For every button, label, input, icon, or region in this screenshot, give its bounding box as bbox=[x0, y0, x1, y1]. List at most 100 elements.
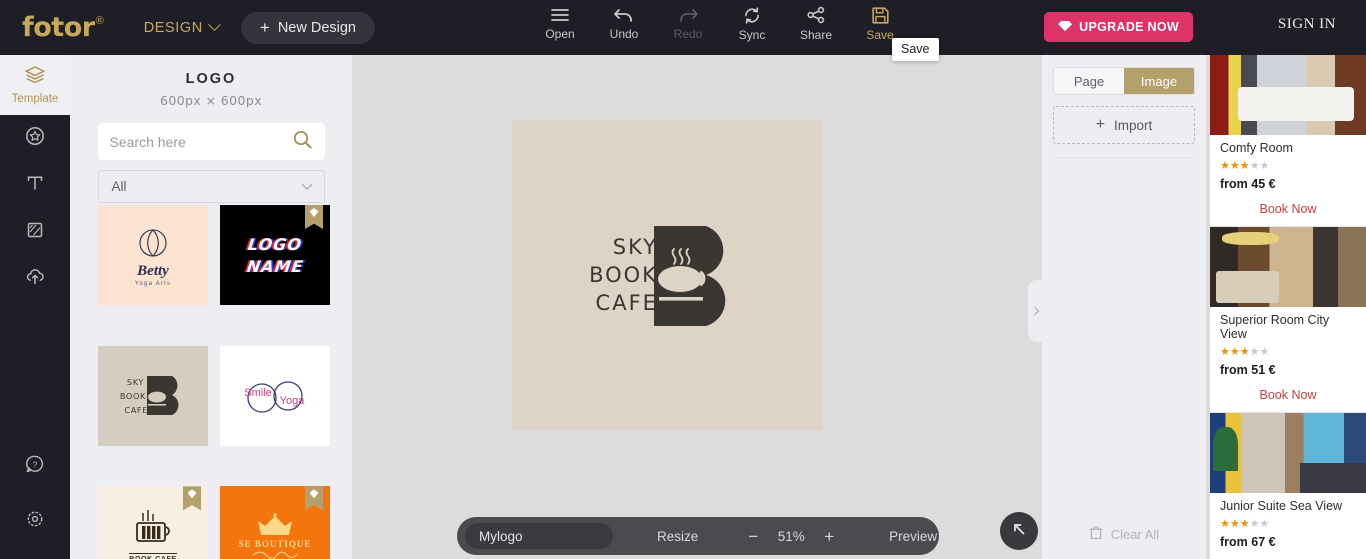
premium-badge bbox=[183, 486, 201, 511]
open-button[interactable]: Open bbox=[528, 0, 592, 41]
settings-gear-icon bbox=[24, 508, 46, 535]
room-price: from 45 € bbox=[1220, 177, 1276, 191]
template-thumb[interactable]: SE BOUTIQUE bbox=[220, 486, 330, 559]
right-panel: Page Image + Import Clear All bbox=[1042, 55, 1206, 559]
design-name-field[interactable] bbox=[465, 523, 613, 549]
sidebar-item-text[interactable] bbox=[0, 162, 70, 209]
share-icon bbox=[806, 6, 826, 25]
diamond-icon bbox=[187, 489, 197, 499]
room-title: Comfy Room bbox=[1220, 141, 1293, 155]
plus-icon: + bbox=[259, 18, 270, 37]
text-icon bbox=[24, 172, 46, 199]
hotel-card-body: Superior Room City View ★★★★★ from 51 € … bbox=[1210, 307, 1366, 412]
artboard[interactable]: SKY BOOK CAFE bbox=[512, 120, 822, 430]
logo-artwork[interactable]: SKY BOOK CAFE bbox=[589, 223, 745, 328]
hotel-card[interactable]: Junior Suite Sea View ★★★★★ from 67 € Bo… bbox=[1210, 413, 1366, 559]
collapse-canvas-button[interactable] bbox=[1000, 512, 1038, 550]
import-label: Import bbox=[1114, 117, 1153, 133]
rating-stars: ★★★★★ bbox=[1220, 160, 1270, 172]
sidebar-item-elements[interactable] bbox=[0, 115, 70, 162]
left-rail-bottom: ? bbox=[0, 439, 70, 549]
hotel-card[interactable]: Superior Room City View ★★★★★ from 51 € … bbox=[1210, 227, 1366, 413]
canvas-area[interactable]: SKY BOOK CAFE bbox=[352, 55, 1042, 559]
sync-button[interactable]: Sync bbox=[720, 0, 784, 42]
layers-icon bbox=[24, 65, 46, 90]
hotel-card-body: Junior Suite Sea View ★★★★★ from 67 € Bo… bbox=[1210, 493, 1366, 559]
hotel-booking-widget: Comfy Room ★★★★★ from 45 € Book Now Supe… bbox=[1210, 55, 1366, 559]
template-thumb-sub: NAME bbox=[245, 256, 305, 276]
save-tooltip: Save bbox=[892, 38, 939, 61]
zoom-control: − 51% + bbox=[748, 528, 834, 545]
collapse-arrow-icon bbox=[1010, 520, 1028, 543]
room-photo bbox=[1210, 413, 1366, 493]
hotel-card-body: Comfy Room ★★★★★ from 45 € Book Now bbox=[1210, 135, 1366, 226]
sky-book-cafe-mark-icon: SKY BOOK CAFE bbox=[120, 375, 179, 415]
template-thumb[interactable]: Smile Yoga bbox=[220, 345, 330, 446]
save-button[interactable]: Save bbox=[848, 0, 912, 42]
template-thumb[interactable]: Betty Yoga Arts bbox=[98, 205, 208, 305]
template-thumb-title: SE BOUTIQUE bbox=[238, 539, 312, 550]
letter-b-coffee-mark bbox=[650, 223, 745, 328]
hamburger-icon bbox=[549, 6, 571, 24]
elements-star-icon bbox=[24, 125, 46, 152]
room-title: Superior Room City View bbox=[1220, 313, 1330, 341]
room-price: from 67 € bbox=[1220, 535, 1276, 549]
upload-cloud-icon bbox=[24, 266, 46, 291]
share-button[interactable]: Share bbox=[784, 0, 848, 42]
resize-button[interactable]: Resize bbox=[657, 529, 698, 544]
redo-label: Redo bbox=[673, 27, 703, 41]
template-thumb-sub: Yoga Arts bbox=[134, 280, 172, 287]
room-title: Junior Suite Sea View bbox=[1220, 499, 1343, 513]
template-thumb[interactable]: LOGO NAME bbox=[220, 205, 330, 305]
tab-image[interactable]: Image bbox=[1124, 68, 1194, 94]
zoom-out-button[interactable]: − bbox=[748, 528, 758, 545]
template-thumb[interactable]: SKY BOOK CAFE bbox=[98, 345, 208, 446]
svg-text:SKY: SKY bbox=[127, 377, 144, 387]
design-name-input[interactable] bbox=[479, 528, 599, 544]
trash-icon bbox=[1089, 525, 1103, 543]
upgrade-now-button[interactable]: UPGRADE NOW bbox=[1044, 12, 1193, 42]
brand-name: fotor bbox=[22, 12, 95, 43]
svg-text:?: ? bbox=[33, 459, 38, 469]
design-menu[interactable]: DESIGN bbox=[144, 18, 221, 36]
premium-badge bbox=[305, 205, 323, 229]
svg-text:CAFE: CAFE bbox=[124, 405, 148, 415]
flourish-icon bbox=[252, 552, 298, 559]
save-disk-icon bbox=[871, 6, 890, 25]
import-button[interactable]: + Import bbox=[1053, 106, 1195, 144]
smile-yoga-mark-icon: Smile Yoga bbox=[244, 381, 305, 413]
rating-stars: ★★★★★ bbox=[1220, 518, 1270, 530]
clear-all-button[interactable]: Clear All bbox=[1053, 523, 1195, 545]
zoom-in-button[interactable]: + bbox=[824, 528, 834, 545]
help-button[interactable]: ? bbox=[0, 439, 70, 494]
preview-button[interactable]: Preview bbox=[889, 529, 937, 544]
new-design-button[interactable]: + New Design bbox=[240, 11, 375, 44]
sync-label: Sync bbox=[738, 28, 766, 42]
book-cafe-mark-icon bbox=[136, 510, 170, 543]
help-icon: ? bbox=[24, 453, 46, 480]
room-photo bbox=[1210, 55, 1366, 135]
undo-label: Undo bbox=[609, 27, 639, 41]
hotel-card[interactable]: Comfy Room ★★★★★ from 45 € Book Now bbox=[1210, 55, 1366, 227]
page-image-tabs: Page Image bbox=[1053, 67, 1195, 95]
chevron-down-icon bbox=[208, 18, 221, 32]
sidebar-item-background[interactable] bbox=[0, 209, 70, 256]
book-now-button[interactable]: Book Now bbox=[1220, 388, 1356, 402]
bottom-toolbar: Resize − 51% + Preview bbox=[457, 517, 939, 555]
settings-button[interactable] bbox=[0, 494, 70, 549]
template-thumb-title: BOOK CAFE bbox=[129, 553, 177, 559]
sign-in-button[interactable]: SIGN IN bbox=[1278, 16, 1336, 33]
undo-button[interactable]: Undo bbox=[592, 0, 656, 41]
sidebar-item-upload[interactable] bbox=[0, 256, 70, 301]
undo-icon bbox=[612, 6, 636, 24]
book-now-button[interactable]: Book Now bbox=[1220, 202, 1356, 216]
top-toolbar: fotor ® DESIGN + New Design Open Undo Re… bbox=[0, 0, 1366, 55]
template-thumb[interactable]: BOOK CAFE bbox=[98, 486, 208, 559]
brand-logo[interactable]: fotor ® bbox=[22, 14, 104, 41]
yoga-mark-icon bbox=[139, 228, 167, 257]
open-label: Open bbox=[545, 27, 575, 41]
tab-page[interactable]: Page bbox=[1054, 68, 1124, 94]
clear-all-label: Clear All bbox=[1110, 526, 1160, 542]
sidebar-item-template[interactable]: Template bbox=[0, 55, 70, 115]
panel-expand-handle[interactable] bbox=[1028, 280, 1042, 342]
